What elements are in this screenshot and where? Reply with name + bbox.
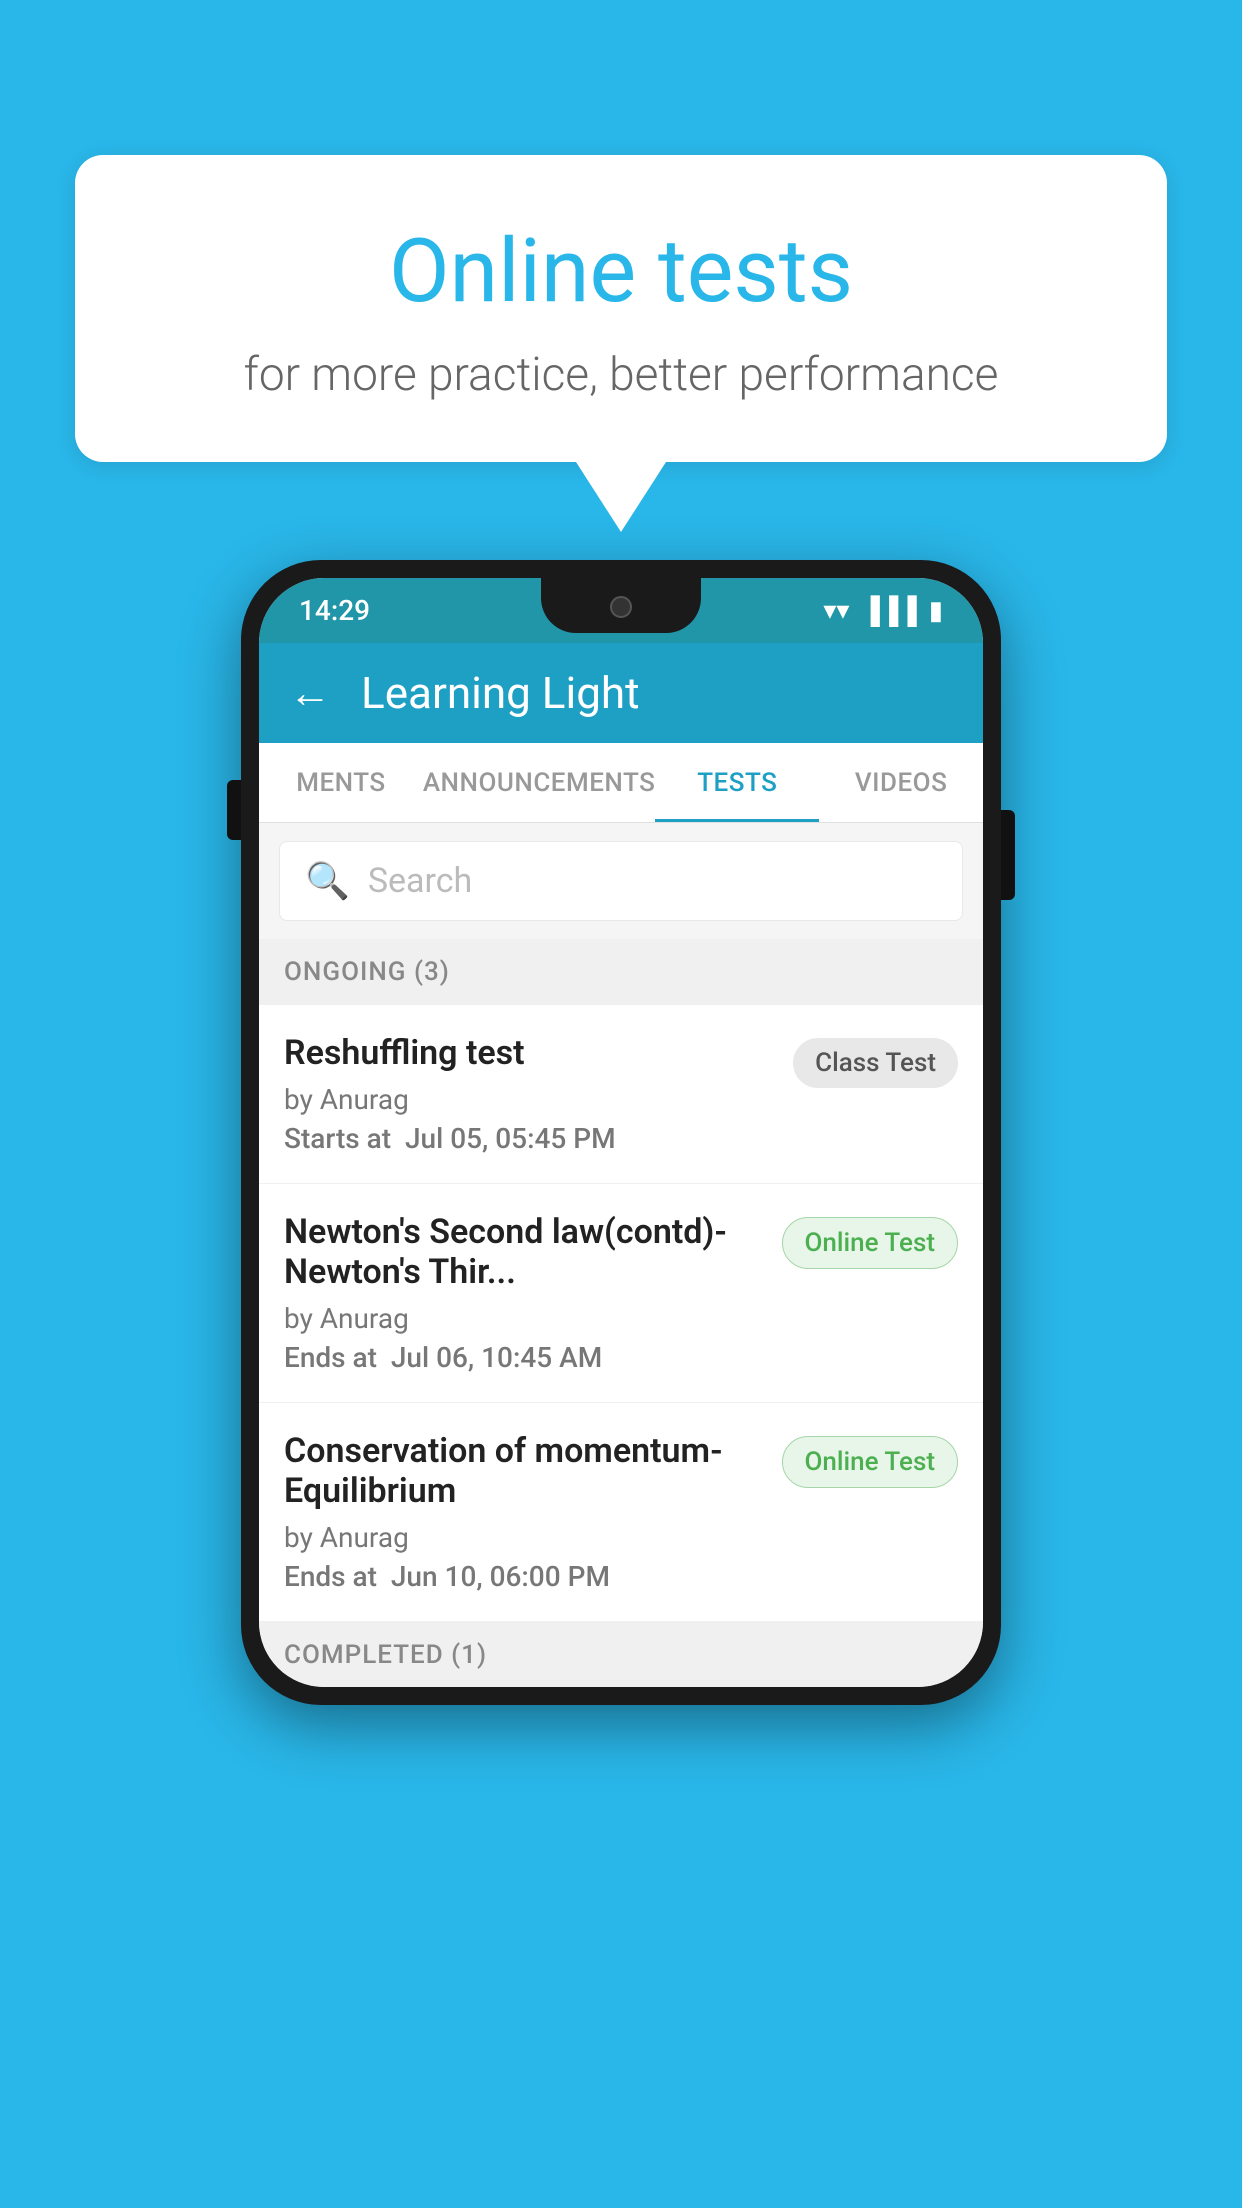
phone-screen: 14:29 ▾▾ ▐▐▐ ▮ ← Learning Light MENTS AN… (259, 578, 983, 1687)
tab-videos[interactable]: VIDEOS (819, 743, 983, 822)
battery-icon: ▮ (929, 596, 943, 626)
promo-section: Online tests for more practice, better p… (75, 155, 1167, 532)
completed-section-header: COMPLETED (1) (259, 1622, 983, 1687)
test-by: by Anurag (284, 1083, 778, 1116)
badge-online-test: Online Test (782, 1217, 959, 1269)
badge-online-test: Online Test (782, 1436, 959, 1488)
camera-icon (610, 596, 632, 618)
test-name: Conservation of momentum-Equilibrium (284, 1431, 767, 1511)
status-bar: 14:29 ▾▾ ▐▐▐ ▮ (259, 578, 983, 643)
time-value: Jul 06, 10:45 AM (391, 1341, 602, 1374)
ongoing-section-header: ONGOING (3) (259, 939, 983, 1005)
app-title: Learning Light (361, 667, 640, 719)
tabs-bar: MENTS ANNOUNCEMENTS TESTS VIDEOS (259, 743, 983, 823)
test-item[interactable]: Conservation of momentum-Equilibrium by … (259, 1403, 983, 1622)
back-button[interactable]: ← (289, 669, 331, 718)
wifi-icon: ▾▾ (823, 596, 849, 626)
tab-tests[interactable]: TESTS (655, 743, 819, 822)
test-info: Newton's Second law(contd)-Newton's Thir… (284, 1212, 767, 1374)
search-icon: 🔍 (305, 860, 350, 902)
badge-class-test: Class Test (793, 1038, 958, 1088)
promo-subtitle: for more practice, better performance (155, 348, 1087, 402)
test-info: Conservation of momentum-Equilibrium by … (284, 1431, 767, 1593)
phone-mockup: 14:29 ▾▾ ▐▐▐ ▮ ← Learning Light MENTS AN… (241, 560, 1001, 1705)
test-item[interactable]: Reshuffling test by Anurag Starts at Jul… (259, 1005, 983, 1184)
test-by: by Anurag (284, 1302, 767, 1335)
time-label: Ends at (284, 1560, 377, 1593)
status-time: 14:29 (299, 594, 370, 627)
test-item[interactable]: Newton's Second law(contd)-Newton's Thir… (259, 1184, 983, 1403)
time-label: Starts at (284, 1122, 391, 1155)
tab-ments[interactable]: MENTS (259, 743, 423, 822)
test-info: Reshuffling test by Anurag Starts at Jul… (284, 1033, 778, 1155)
speech-bubble: Online tests for more practice, better p… (75, 155, 1167, 462)
time-value: Jul 05, 05:45 PM (405, 1122, 616, 1155)
test-name: Reshuffling test (284, 1033, 778, 1073)
search-bar[interactable]: 🔍 Search (279, 841, 963, 921)
test-time: Ends at Jul 06, 10:45 AM (284, 1341, 767, 1374)
test-time: Ends at Jun 10, 06:00 PM (284, 1560, 767, 1593)
status-icons: ▾▾ ▐▐▐ ▮ (823, 595, 943, 626)
phone-frame: 14:29 ▾▾ ▐▐▐ ▮ ← Learning Light MENTS AN… (241, 560, 1001, 1705)
test-by: by Anurag (284, 1521, 767, 1554)
signal-icon: ▐▐▐ (861, 595, 916, 626)
notch (541, 578, 701, 633)
bubble-tail (576, 462, 666, 532)
promo-title: Online tests (155, 220, 1087, 323)
search-placeholder: Search (368, 861, 472, 901)
time-label: Ends at (284, 1341, 377, 1374)
tab-announcements[interactable]: ANNOUNCEMENTS (423, 743, 656, 822)
app-header: ← Learning Light (259, 643, 983, 743)
search-container: 🔍 Search (259, 823, 983, 939)
test-time: Starts at Jul 05, 05:45 PM (284, 1122, 778, 1155)
time-value: Jun 10, 06:00 PM (391, 1560, 610, 1593)
test-name: Newton's Second law(contd)-Newton's Thir… (284, 1212, 767, 1292)
